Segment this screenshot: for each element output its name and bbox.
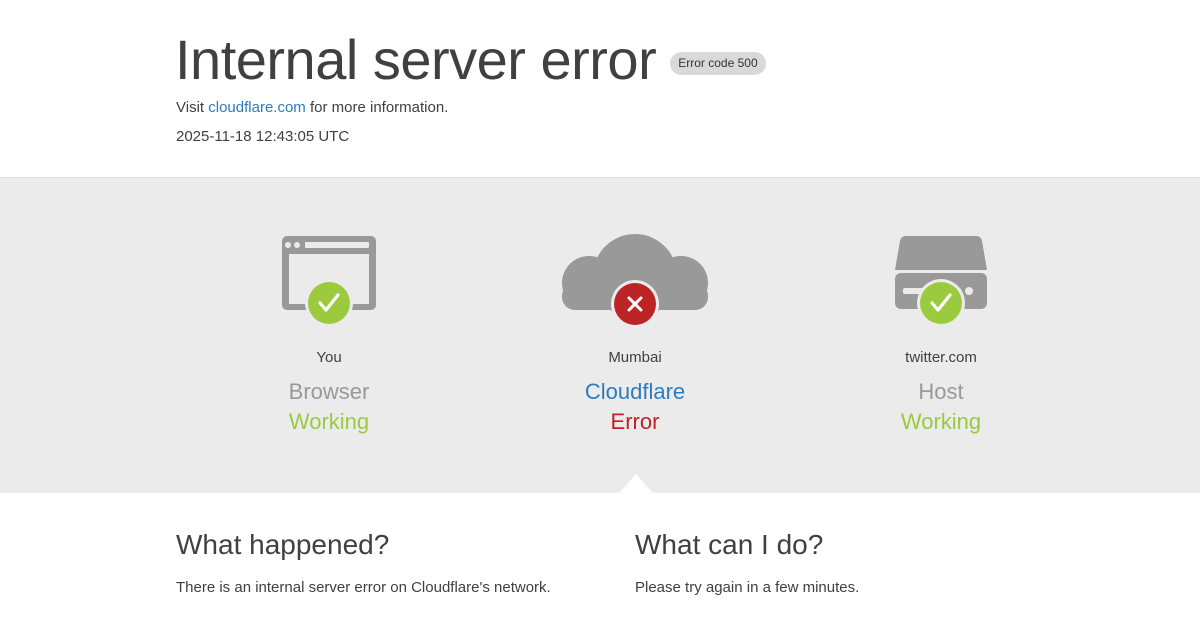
status-state-cloudflare: Error: [610, 409, 660, 434]
timestamp: 2025-11-18 12:43:05 UTC: [176, 128, 350, 145]
what-can-i-do-body: Please try again in a few minutes.: [635, 579, 860, 596]
page-title: Internal server error: [175, 28, 657, 91]
info-prefix: Visit: [176, 99, 205, 116]
status-kind-host: Host: [918, 379, 964, 404]
cloud-icon-wrap: [485, 228, 785, 338]
status-band: You Browser Working Mumbai Cloudflare Er…: [0, 177, 1200, 493]
status-label-location: Mumbai: [608, 349, 662, 366]
status-kind-cloudflare[interactable]: Cloudflare: [485, 379, 785, 405]
error-pointer-arrow: [618, 474, 654, 494]
info-suffix: for more information.: [309, 99, 449, 116]
cloudflare-link[interactable]: cloudflare.com: [208, 99, 306, 116]
what-happened-heading: What happened?: [176, 529, 390, 560]
checkmark-icon: [917, 279, 965, 327]
checkmark-icon: [305, 279, 353, 327]
error-code-badge: Error code 500: [670, 51, 766, 75]
server-icon-wrap: [791, 228, 1091, 338]
status-label-host: twitter.com: [905, 349, 977, 366]
status-state-host: Working: [900, 409, 982, 434]
server-icon: [895, 236, 987, 327]
title-row: Internal server error Error code 500: [175, 28, 766, 92]
what-happened-body: There is an internal server error on Clo…: [176, 579, 551, 596]
what-can-i-do-heading: What can I do?: [635, 529, 824, 560]
cloud-icon: [562, 234, 708, 328]
status-column-host: twitter.com Host Working: [791, 178, 1091, 494]
x-icon: [611, 280, 659, 328]
browser-icon: [282, 236, 376, 327]
what-can-i-do-section: What can I do? Please try again in a few…: [635, 527, 1055, 596]
status-column-cloudflare: Mumbai Cloudflare Error: [485, 178, 785, 494]
what-happened-section: What happened? There is an internal serv…: [176, 527, 596, 596]
status-kind-browser: Browser: [288, 379, 370, 404]
browser-icon-wrap: [179, 228, 479, 338]
status-column-browser: You Browser Working: [179, 178, 479, 494]
info-line: Visit cloudflare.com for more informatio…: [176, 99, 448, 116]
explanation-section: What happened? There is an internal serv…: [0, 493, 1200, 630]
status-state-browser: Working: [288, 409, 370, 434]
header: Internal server error Error code 500 Vis…: [0, 0, 1200, 177]
status-label-you: You: [316, 349, 342, 366]
